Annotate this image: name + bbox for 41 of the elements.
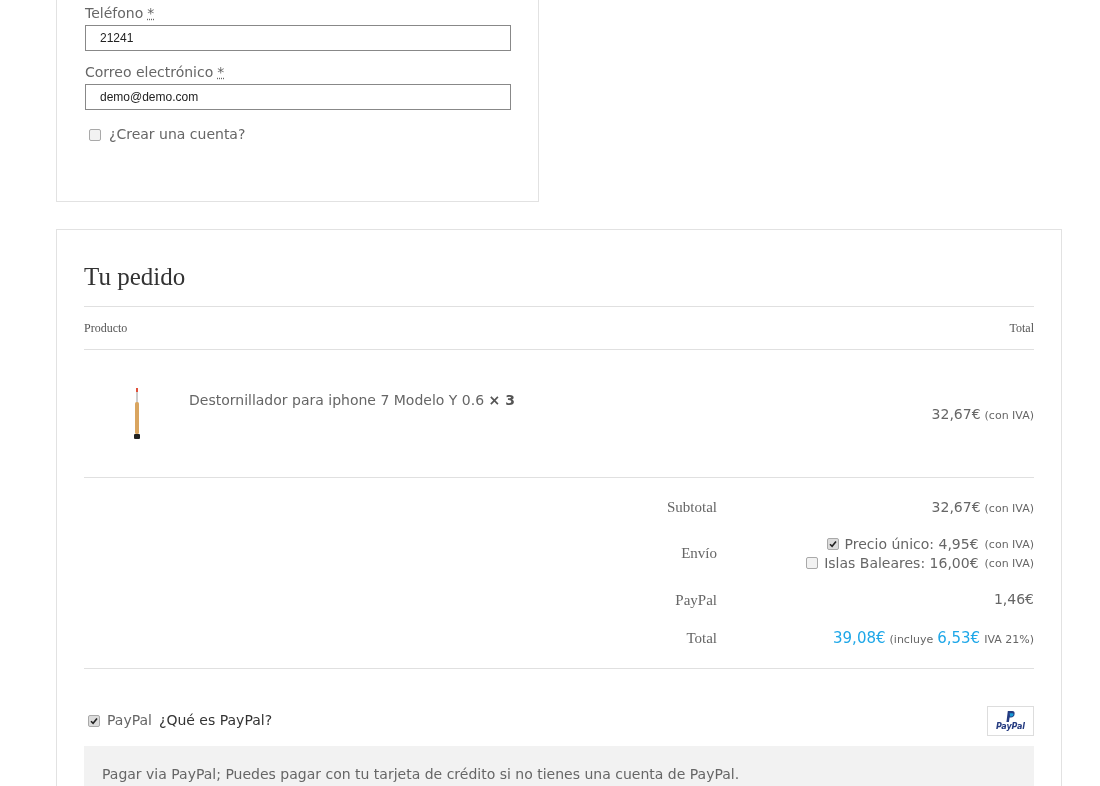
tax-note: (con IVA) (984, 408, 1034, 424)
subtotal-label: Subtotal (666, 498, 717, 517)
column-header: Total (1009, 320, 1034, 337)
field-label: Teléfono (85, 4, 144, 22)
tax-rate: IVA 21%) (984, 632, 1034, 648)
shipping-option: Islas Baleares: 16,00€ (824, 553, 979, 573)
total-label: Total (685, 629, 717, 648)
required-mark: * (217, 63, 225, 81)
field-label: Correo electrónico (85, 63, 214, 81)
logo-text: PayPal (995, 721, 1026, 731)
input-field[interactable]: 21241 (85, 25, 511, 51)
screwdriver-icon (132, 388, 141, 440)
column-header: Producto (84, 320, 128, 337)
shipping-label: Envío (680, 544, 717, 564)
order-title: Tu pedido (84, 262, 187, 292)
checkbox[interactable] (88, 714, 100, 727)
paypal-p-icon (1006, 710, 1015, 722)
subtotal-amount: 32,67€ (931, 497, 981, 517)
fee-amount: 1,46€ (992, 590, 1034, 610)
checkbox[interactable] (89, 128, 101, 141)
product-price: 32,67€ (931, 405, 981, 424)
input-field[interactable]: demo@demo.com (85, 84, 511, 110)
payment-description: Pagar via PayPal; Puedes pagar con tu tarjeta de crédito si no tienes una cuenta de PayPal. (102, 764, 741, 784)
tax-note: (con IVA) (984, 555, 1034, 572)
product-name: Destornillador para iphone 7 Modelo Y 0.6 (189, 392, 485, 408)
checkbox[interactable] (806, 557, 819, 569)
checkbox-label: ¿Crear una cuenta? (109, 125, 246, 144)
paypal-info-link[interactable]: ¿Qué es PayPal? (158, 710, 273, 731)
tax-note: (con IVA) (984, 536, 1034, 553)
total-amount: 39,08€ (833, 628, 886, 649)
checkbox[interactable] (826, 538, 839, 550)
fee-label: PayPal (674, 590, 717, 610)
shipping-option: Precio único: 4,95€ (844, 534, 979, 554)
tax-amount: 6,53€ (937, 628, 981, 649)
tax-note: (con IVA) (984, 500, 1034, 517)
payment-method-label: PayPal (107, 711, 152, 730)
checkmark-icon (90, 716, 98, 725)
checkmark-icon (828, 540, 837, 548)
required-mark: * (147, 4, 155, 22)
tax-note: (incluye (889, 632, 934, 648)
product-quantity: × 3 (488, 392, 515, 408)
